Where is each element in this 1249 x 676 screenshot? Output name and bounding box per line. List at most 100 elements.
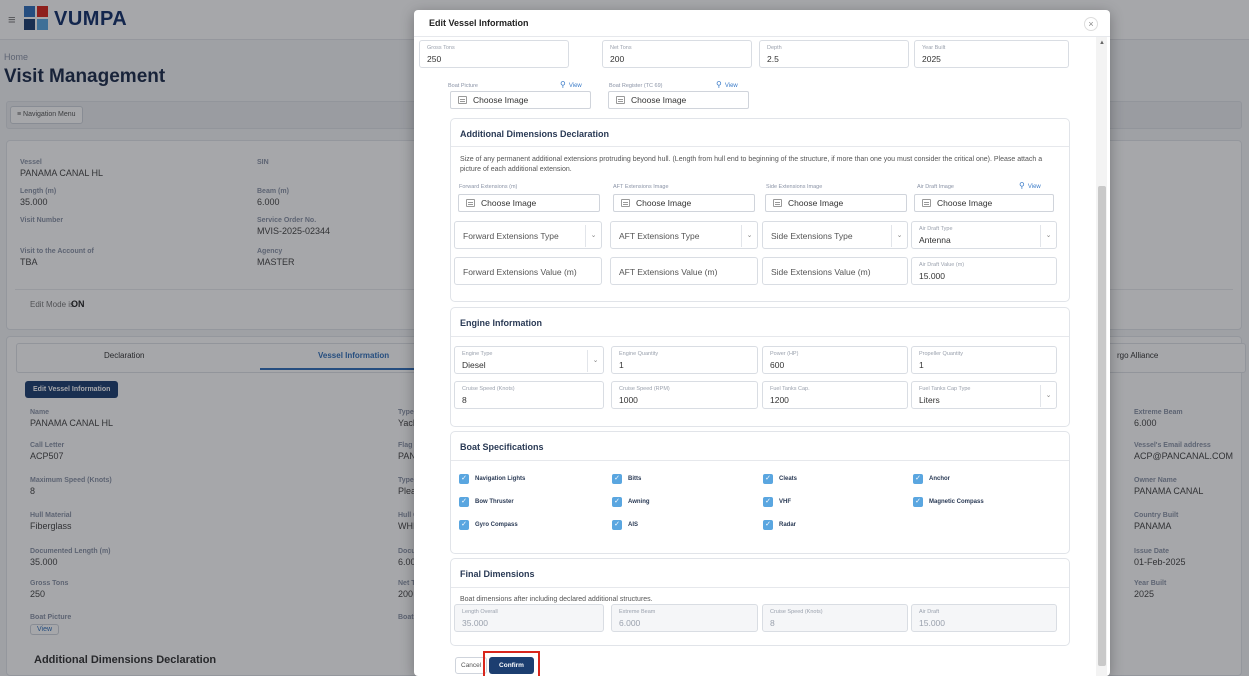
boat-picture-choose-button[interactable]: Choose Image bbox=[450, 91, 591, 109]
net-tons-field[interactable]: Net Tons 200 bbox=[602, 40, 752, 68]
side-extensions-image-button[interactable]: Choose Image bbox=[765, 194, 907, 212]
checkbox-label: Awning bbox=[628, 499, 650, 505]
checkbox-bitts[interactable]: ✓ Bitts bbox=[612, 474, 641, 484]
gross-tons-field[interactable]: Gross Tons 250 bbox=[419, 40, 569, 68]
aft-extensions-type-select[interactable]: AFT Extensions Type ⌄ bbox=[610, 221, 758, 249]
field-value: 2.5 bbox=[767, 54, 779, 64]
checkbox-radar[interactable]: ✓ Radar bbox=[763, 520, 796, 530]
confirm-button[interactable]: Confirm bbox=[489, 657, 534, 674]
field-label: Engine Type bbox=[462, 351, 493, 357]
modal-title: Edit Vessel Information bbox=[429, 18, 529, 28]
checkbox-anchor[interactable]: ✓ Anchor bbox=[913, 474, 950, 484]
field-value: Liters bbox=[919, 395, 940, 405]
forward-extensions-image-button[interactable]: Choose Image bbox=[458, 194, 600, 212]
field-label: Cruise Speed (RPM) bbox=[619, 386, 670, 392]
engine-quantity-input[interactable]: Engine Quantity 1 bbox=[611, 346, 758, 374]
choose-image-label: Choose Image bbox=[636, 198, 692, 208]
chevron-down-icon: ⌄ bbox=[585, 225, 601, 247]
boat-register-choose-button[interactable]: Choose Image bbox=[608, 91, 749, 109]
checkbox-vhf[interactable]: ✓ VHF bbox=[763, 497, 791, 507]
field-value: 1 bbox=[619, 360, 624, 370]
section-title: Engine Information bbox=[460, 318, 542, 328]
forward-extensions-type-select[interactable]: Forward Extensions Type ⌄ bbox=[454, 221, 602, 249]
checkbox-ais[interactable]: ✓ AIS bbox=[612, 520, 638, 530]
modal-header: Edit Vessel Information × bbox=[414, 10, 1110, 37]
fuel-tanks-cap-type-select[interactable]: Fuel Tanks Cap Type Liters ⌄ bbox=[911, 381, 1057, 409]
field-label: Side Extensions Image bbox=[766, 184, 823, 190]
checkbox-gyro-compass[interactable]: ✓ Gyro Compass bbox=[459, 520, 518, 530]
air-draft-view-link[interactable]: ⚲ View bbox=[1019, 181, 1041, 190]
input-placeholder: Side Extensions Value (m) bbox=[771, 267, 871, 277]
cruise-speed-rpm-input[interactable]: Cruise Speed (RPM) 1000 bbox=[611, 381, 758, 409]
forward-extensions-value-input[interactable]: Forward Extensions Value (m) bbox=[454, 257, 602, 285]
check-icon: ✓ bbox=[913, 474, 923, 484]
checkbox-navigation-lights[interactable]: ✓ Navigation Lights bbox=[459, 474, 525, 484]
field-label: Cruise Speed (Knots) bbox=[770, 609, 823, 615]
side-extensions-type-select[interactable]: Side Extensions Type ⌄ bbox=[762, 221, 908, 249]
field-value: 200 bbox=[610, 54, 625, 64]
field-label: Air Draft Image bbox=[917, 184, 954, 190]
section-title: Final Dimensions bbox=[460, 569, 535, 579]
section-title: Additional Dimensions Declaration bbox=[460, 129, 610, 139]
field-label: Depth bbox=[767, 45, 782, 51]
scrollbar-thumb[interactable] bbox=[1098, 186, 1106, 666]
image-icon bbox=[466, 199, 475, 207]
field-value: 1000 bbox=[619, 395, 638, 405]
checkbox-label: Gyro Compass bbox=[475, 522, 518, 528]
section-description: Size of any permanent additional extensi… bbox=[460, 156, 1043, 173]
fuel-tanks-cap-input[interactable]: Fuel Tanks Cap. 1200 bbox=[762, 381, 908, 409]
checkbox-bow-thruster[interactable]: ✓ Bow Thruster bbox=[459, 497, 514, 507]
air-draft-value-input[interactable]: Air Draft Value (m) 15.000 bbox=[911, 257, 1057, 285]
scroll-up-icon[interactable]: ▲ bbox=[1099, 40, 1105, 46]
boat-picture-view-link[interactable]: ⚲ View bbox=[560, 80, 582, 89]
search-icon: ⚲ bbox=[1019, 181, 1025, 190]
checkbox-label: AIS bbox=[628, 522, 639, 528]
check-icon: ✓ bbox=[459, 497, 469, 507]
field-label: Length Overall bbox=[462, 609, 498, 615]
chevron-down-icon: ⌄ bbox=[587, 350, 603, 372]
chevron-down-icon: ⌄ bbox=[1040, 225, 1056, 247]
section-divider bbox=[451, 460, 1069, 461]
field-label: Fuel Tanks Cap. bbox=[770, 386, 810, 392]
boat-picture-label: Boat Picture bbox=[448, 83, 478, 89]
power-hp-input[interactable]: Power (HP) 600 bbox=[762, 346, 908, 374]
cruise-speed-knots-input[interactable]: Cruise Speed (Knots) 8 bbox=[454, 381, 604, 409]
field-value: 250 bbox=[427, 54, 442, 64]
field-value: 15.000 bbox=[919, 618, 945, 628]
check-icon: ✓ bbox=[763, 497, 773, 507]
choose-image-label: Choose Image bbox=[631, 95, 687, 105]
search-icon: ⚲ bbox=[560, 80, 566, 89]
checkbox-cleats[interactable]: ✓ Cleats bbox=[763, 474, 797, 484]
field-value: Diesel bbox=[462, 360, 486, 370]
boat-register-view-link[interactable]: ⚲ View bbox=[716, 80, 738, 89]
checkbox-magnetic-compass[interactable]: ✓ Magnetic Compass bbox=[913, 497, 984, 507]
side-extensions-value-input[interactable]: Side Extensions Value (m) bbox=[762, 257, 908, 285]
field-value: 2025 bbox=[922, 54, 941, 64]
engine-type-select[interactable]: Engine Type Diesel ⌄ bbox=[454, 346, 604, 374]
aft-extensions-value-input[interactable]: AFT Extensions Value (m) bbox=[610, 257, 758, 285]
year-built-field[interactable]: Year Built 2025 bbox=[914, 40, 1069, 68]
close-icon[interactable]: × bbox=[1084, 17, 1098, 31]
field-value: 8 bbox=[462, 395, 467, 405]
chevron-down-icon: ⌄ bbox=[1040, 385, 1056, 407]
field-value: 15.000 bbox=[919, 271, 945, 281]
input-placeholder: AFT Extensions Value (m) bbox=[619, 267, 718, 277]
field-label: Gross Tons bbox=[427, 45, 455, 51]
extreme-beam-field: Extreme Beam 6.000 bbox=[611, 604, 758, 632]
field-label: Air Draft bbox=[919, 609, 940, 615]
cruise-speed-field: Cruise Speed (Knots) 8 bbox=[762, 604, 908, 632]
field-label: Air Draft Value (m) bbox=[919, 262, 965, 268]
aft-extensions-image-button[interactable]: Choose Image bbox=[613, 194, 755, 212]
checkbox-label: Anchor bbox=[929, 476, 950, 482]
choose-image-label: Choose Image bbox=[481, 198, 537, 208]
checkbox-label: Cleats bbox=[779, 476, 798, 482]
air-draft-type-select[interactable]: Air Draft Type Antenna ⌄ bbox=[911, 221, 1057, 249]
air-draft-image-button[interactable]: Choose Image bbox=[914, 194, 1054, 212]
checkbox-label: VHF bbox=[779, 499, 791, 505]
field-value: 1200 bbox=[770, 395, 789, 405]
propeller-quantity-input[interactable]: Propeller Quantity 1 bbox=[911, 346, 1057, 374]
view-label: View bbox=[724, 83, 738, 89]
depth-field[interactable]: Depth 2.5 bbox=[759, 40, 909, 68]
check-icon: ✓ bbox=[459, 474, 469, 484]
checkbox-awning[interactable]: ✓ Awning bbox=[612, 497, 650, 507]
